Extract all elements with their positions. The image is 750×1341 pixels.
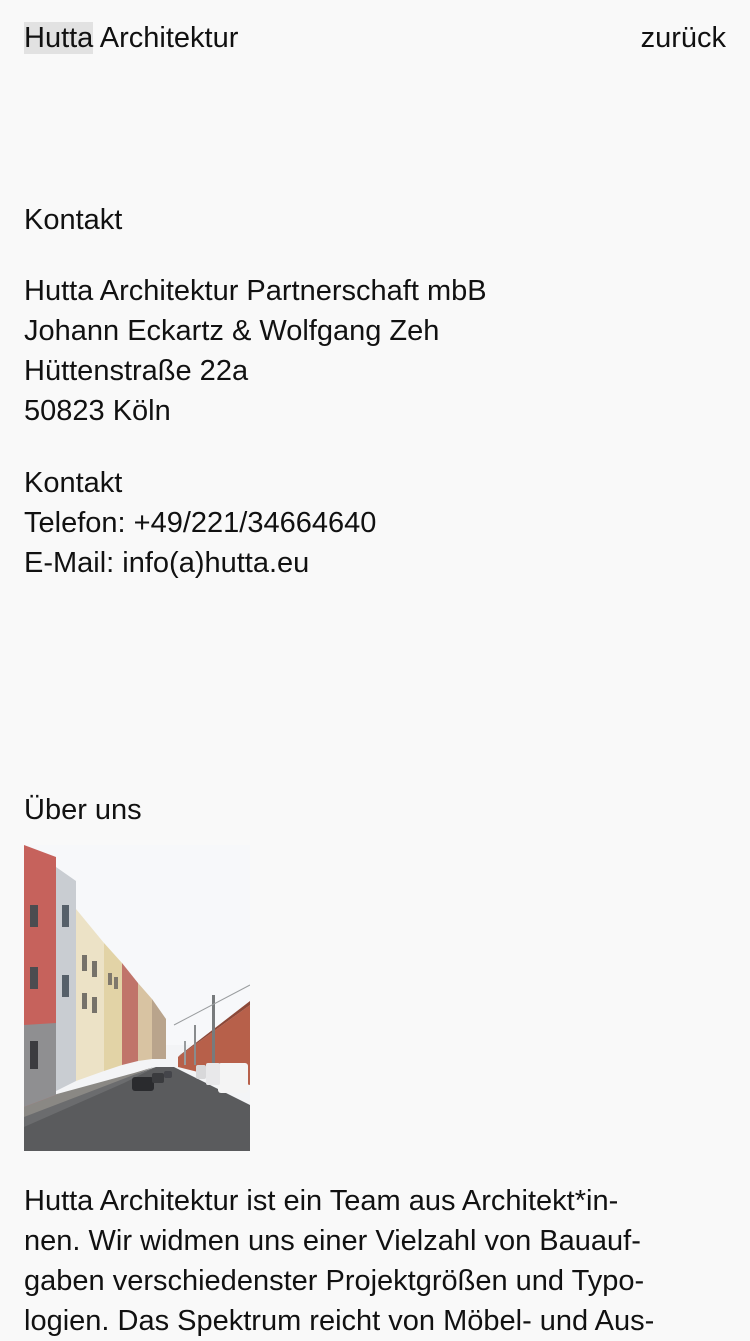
- company-name: Hutta Architektur Partnerschaft mbB: [24, 275, 487, 307]
- back-link[interactable]: zurück: [641, 18, 726, 58]
- street-line: Hüttenstraße 22a: [24, 355, 249, 387]
- logo-highlight: Hutta: [24, 22, 94, 54]
- partners-line: Johann Eckartz & Wolfgang Zeh: [24, 315, 440, 347]
- about-line-3: gaben verschiedenster Projektgrößen und …: [24, 1265, 645, 1297]
- street-photo: [24, 845, 250, 1151]
- city-line: 50823 Köln: [24, 395, 171, 427]
- site-header: Hutta Architektur zurück: [24, 18, 726, 58]
- address-block: Hutta Architektur Partnerschaft mbB Joha…: [24, 271, 724, 431]
- about-paragraph: Hutta Architektur ist ein Team aus Archi…: [24, 1181, 726, 1341]
- contact-heading: Kontakt: [24, 204, 123, 236]
- about-line-1: Hutta Architektur ist ein Team aus Archi…: [24, 1185, 619, 1217]
- about-heading: Über uns: [24, 794, 142, 826]
- logo-text: Architektur: [93, 22, 239, 54]
- phone-line[interactable]: Telefon: +49/221/34664640: [24, 503, 724, 543]
- contact-label: Kontakt: [24, 467, 123, 499]
- street-photo-illustration: [24, 845, 250, 1151]
- site-logo-link[interactable]: Hutta Architektur: [24, 18, 238, 58]
- about-line-4: logien. Das Spektrum reicht von Möbel- u…: [24, 1305, 655, 1337]
- email-line[interactable]: E-Mail: info(a)hutta.eu: [24, 543, 724, 583]
- about-line-2: nen. Wir widmen uns einer Vielzahl von B…: [24, 1225, 641, 1257]
- contact-details: Kontakt Telefon: +49/221/34664640 E-Mail…: [24, 463, 724, 583]
